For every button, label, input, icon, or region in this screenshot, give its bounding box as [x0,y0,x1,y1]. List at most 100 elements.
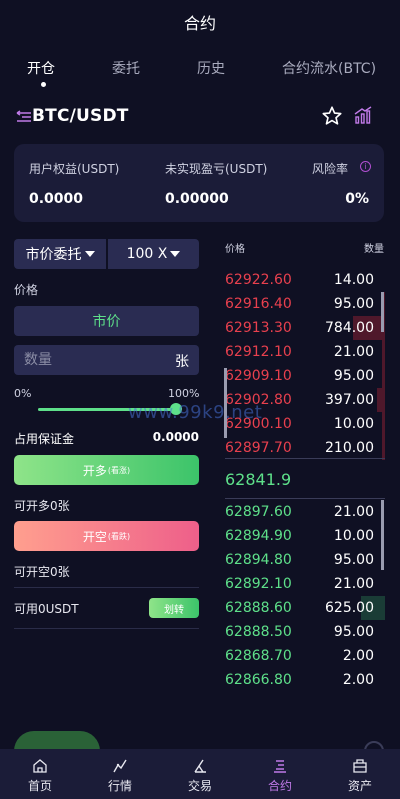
bid-price: 62892.10 [225,576,292,592]
quantity-field[interactable]: 张 [14,345,199,375]
tab-open-position[interactable]: 开仓 [27,58,55,78]
nav-contract[interactable]: 合约 [240,749,320,799]
margin-value: 0.0000 [152,430,199,444]
percent-min-label: 0% [14,387,32,400]
tab-contract-flow[interactable]: 合约流水(BTC) [282,58,376,78]
leverage-value: 100 X [126,246,168,262]
nav-home-label: 首页 [27,779,52,793]
nav-market-label: 行情 [107,779,132,793]
market-icon [113,759,127,773]
bid-qty: 2.00 [342,672,374,688]
can-open-short: 可开空0张 [14,565,70,579]
ask-price: 62922.60 [225,272,292,288]
risk-rate-label: 风险率 [312,162,349,176]
bid-row[interactable]: 62888.50 95.00 [225,620,385,644]
bid-price: 62868.70 [225,648,292,664]
orderbook-divider [225,458,385,459]
bid-row[interactable]: 62894.80 95.00 [225,548,385,572]
bid-qty: 95.00 [333,552,374,568]
tab-bar: 开仓 委托 历史 合约流水(BTC) [0,48,400,88]
watermark: www.99k9.net [128,402,263,423]
tab-history[interactable]: 历史 [197,58,225,78]
ask-qty: 95.00 [333,296,374,312]
open-short-button[interactable]: 开空 (看跌) [14,521,199,551]
ask-price: 62912.10 [225,344,292,360]
depth-bar [377,388,385,412]
ask-qty: 21.00 [333,344,374,360]
bid-row[interactable]: 62892.10 21.00 [225,572,385,596]
bid-price: 62888.60 [225,600,292,616]
pair-name[interactable]: BTC/USDT [32,106,129,126]
ask-row[interactable]: 62909.10 95.00 [225,364,385,388]
bid-row[interactable]: 62868.70 2.00 [225,644,385,668]
ask-price: 62913.30 [225,320,292,336]
ask-qty: 10.00 [333,416,374,432]
bid-row[interactable]: 62888.60 625.00 [225,596,385,620]
transfer-button[interactable]: 划转 [149,598,199,618]
nav-market[interactable]: 行情 [80,749,160,799]
ask-row[interactable]: 62897.70 210.00 [225,436,385,460]
ask-price: 62909.10 [225,368,292,384]
ask-row[interactable]: 62913.30 784.00 [225,316,385,340]
bid-qty: 21.00 [333,504,374,520]
bid-qty: 10.00 [333,528,374,544]
order-type-value: 市价委托 [25,247,82,263]
pair-header: BTC/USDT [0,100,400,134]
bid-row[interactable]: 62897.60 21.00 [225,500,385,524]
bid-price: 62894.90 [225,528,292,544]
orderbook-divider [225,498,385,499]
ask-qty: 14.00 [333,272,374,288]
nav-assets[interactable]: 资产 [320,749,400,799]
nav-contract-label: 合约 [267,779,292,793]
tab-orders[interactable]: 委托 [112,58,140,78]
ask-qty: 210.00 [325,440,374,456]
margin-label: 占用保证金 [14,432,75,446]
leverage-select[interactable]: 100 X [108,239,199,269]
bid-qty: 21.00 [333,576,374,592]
bid-row[interactable]: 62866.80 2.00 [225,668,385,692]
quantity-unit: 张 [175,354,189,370]
last-price[interactable]: 62841.9 [225,470,291,489]
open-short-sub: (看跌) [107,531,131,541]
risk-rate-value: 0% [345,191,369,207]
caret-down-icon [170,251,181,257]
info-icon[interactable]: i [360,161,371,172]
unrealized-pnl-label: 未实现盈亏(USDT) [165,162,268,176]
equity-card: 用户权益(USDT) 未实现盈亏(USDT) 风险率 i 0.0000 0.00… [14,144,384,222]
chart-bars-icon[interactable] [353,106,373,126]
bid-price: 62888.50 [225,624,292,640]
ask-row[interactable]: 62922.60 14.00 [225,268,385,292]
divider [14,587,199,588]
ask-row[interactable]: 62916.40 95.00 [225,292,385,316]
bid-qty: 2.00 [342,648,374,664]
depth-bar [381,364,385,388]
percent-max-label: 100% [168,387,200,400]
bid-price: 62866.80 [225,672,292,688]
bid-row[interactable]: 62894.90 10.00 [225,524,385,548]
active-tab-indicator [41,82,46,87]
ask-qty: 784.00 [325,320,374,336]
star-icon[interactable] [321,105,343,127]
menu-arrows-icon[interactable] [16,109,32,125]
page-title: 合约 [0,0,400,44]
home-icon [33,759,47,773]
bid-qty: 95.00 [333,624,374,640]
ask-row[interactable]: 62912.10 21.00 [225,340,385,364]
open-long-button[interactable]: 开多 (看涨) [14,455,199,485]
asks-scrollbar-right[interactable] [381,292,384,332]
depth-bar [381,412,385,436]
nav-trade[interactable]: 交易 [160,749,240,799]
nav-trade-label: 交易 [187,779,212,793]
bid-qty: 625.00 [325,600,374,616]
trade-icon [194,759,206,773]
open-long-label: 开多 [82,463,107,478]
bids-scrollbar[interactable] [381,500,384,570]
bid-price: 62894.80 [225,552,292,568]
order-type-select[interactable]: 市价委托 [14,239,106,269]
nav-home[interactable]: 首页 [0,749,80,799]
assets-icon [353,759,367,773]
quantity-input[interactable] [24,345,164,375]
market-price-button[interactable]: 市价 [14,306,199,336]
orderbook-qty-header: 数量 [364,244,384,255]
nav-assets-label: 资产 [347,779,372,793]
